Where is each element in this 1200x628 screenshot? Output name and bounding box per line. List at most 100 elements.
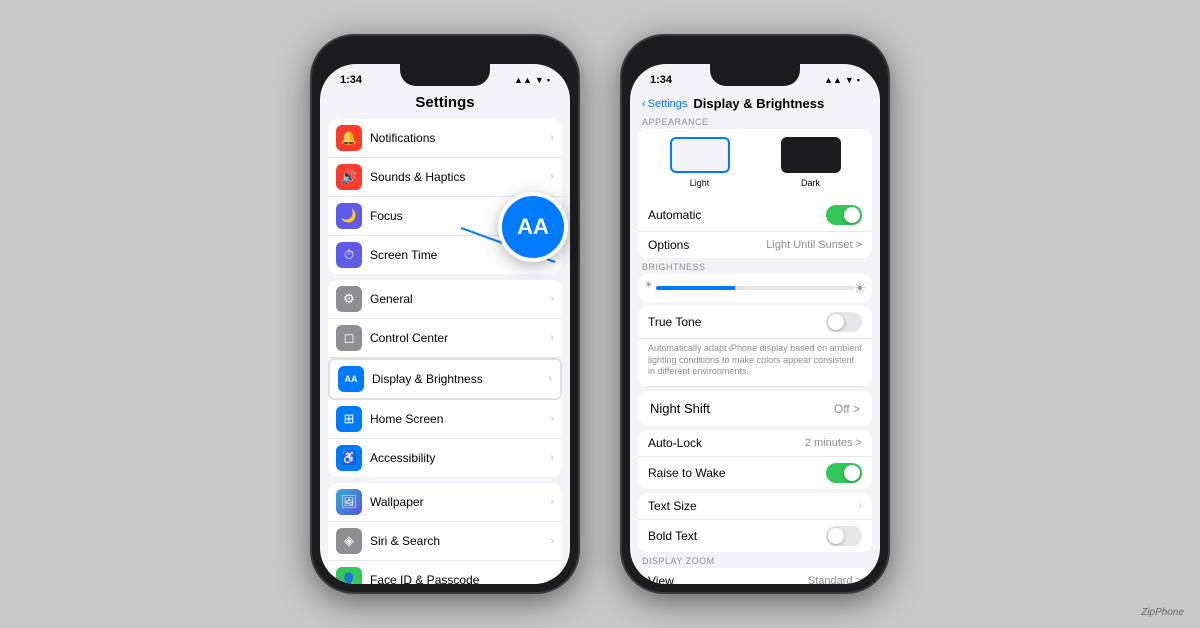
status-icons-right: ▲▲ ▼ ▪ — [824, 75, 860, 85]
night-shift-label: Night Shift — [650, 401, 710, 416]
wifi-icon-right: ▼ — [845, 75, 854, 85]
true-tone-label: True Tone — [648, 315, 701, 329]
automatic-row: Automatic — [638, 199, 872, 232]
siri-chevron: › — [550, 535, 554, 547]
signal-icon: ▲▲ — [514, 75, 532, 85]
settings-item-notifications[interactable]: 🔔 Notifications › — [328, 119, 562, 158]
control-center-label: Control Center — [370, 331, 550, 345]
raise-to-wake-toggle[interactable] — [826, 463, 862, 483]
settings-item-siri[interactable]: ◈ Siri & Search › — [328, 522, 562, 561]
home-screen-chevron: › — [550, 413, 554, 425]
night-shift-value: Off > — [834, 402, 860, 416]
control-center-icon: ◻ — [336, 325, 362, 351]
brightness-slider[interactable] — [656, 286, 854, 290]
sounds-chevron: › — [550, 171, 554, 183]
bold-text-toggle[interactable] — [826, 526, 862, 546]
bold-text-label: Bold Text — [648, 529, 697, 543]
text-size-chevron: › — [858, 500, 862, 512]
settings-item-accessibility[interactable]: ♿ Accessibility › — [328, 439, 562, 477]
autolock-section: Auto-Lock 2 minutes > Raise to Wake — [638, 430, 872, 489]
appearance-section: APPEARANCE Light Dark Aut — [638, 117, 872, 258]
view-row[interactable]: View Standard > — [638, 568, 872, 584]
display-brightness-chevron: › — [548, 373, 552, 385]
back-button[interactable]: ‹ Settings — [642, 98, 687, 110]
brightness-card — [638, 274, 872, 302]
notifications-chevron: › — [550, 132, 554, 144]
home-screen-label: Home Screen — [370, 412, 550, 426]
left-phone: 1:34 ▲▲ ▼ ▪ Settings 🔔 Notifications › — [310, 34, 580, 594]
options-row[interactable]: Options Light Until Sunset > — [638, 232, 872, 258]
light-mode-preview — [670, 137, 730, 173]
battery-icon: ▪ — [547, 75, 550, 85]
screen-time-icon: ⏱ — [336, 242, 362, 268]
right-phone-body: 1:34 ▲▲ ▼ ▪ ‹ Settings Display & Brightn… — [620, 34, 890, 594]
true-tone-section: True Tone Automatically adapt iPhone dis… — [638, 306, 872, 387]
left-phone-screen: 1:34 ▲▲ ▼ ▪ Settings 🔔 Notifications › — [320, 64, 570, 584]
brightness-section: BRIGHTNESS — [638, 262, 872, 302]
wallpaper-icon: 🖼 — [336, 489, 362, 515]
display-brightness-label: Display & Brightness — [372, 372, 548, 386]
aa-annotation-circle: AA — [498, 192, 568, 262]
general-label: General — [370, 292, 550, 306]
options-label: Options — [648, 238, 689, 252]
notch — [400, 64, 490, 86]
display-zoom-card: View Standard > — [638, 568, 872, 584]
settings-item-display-brightness[interactable]: AA Display & Brightness › — [328, 358, 562, 400]
siri-icon: ◈ — [336, 528, 362, 554]
notifications-icon: 🔔 — [336, 125, 362, 151]
settings-item-sounds[interactable]: 🔊 Sounds & Haptics › — [328, 158, 562, 197]
light-mode-option[interactable]: Light — [648, 137, 751, 191]
appearance-card: Light Dark Automatic Options Light Unti — [638, 129, 872, 258]
view-value: Standard > — [808, 575, 862, 584]
right-phone-screen: 1:34 ▲▲ ▼ ▪ ‹ Settings Display & Brightn… — [630, 64, 880, 584]
appearance-section-label: APPEARANCE — [638, 117, 872, 129]
status-icons-left: ▲▲ ▼ ▪ — [514, 75, 550, 85]
automatic-toggle[interactable] — [826, 205, 862, 225]
siri-label: Siri & Search — [370, 534, 550, 548]
wifi-icon: ▼ — [535, 75, 544, 85]
raise-to-wake-label: Raise to Wake — [648, 466, 726, 480]
text-size-label: Text Size — [648, 499, 697, 513]
true-tone-description: Automatically adapt iPhone display based… — [638, 339, 872, 387]
settings-section-2: ⚙ General › ◻ Control Center › AA Displa… — [328, 280, 562, 477]
night-shift-row[interactable]: Night Shift Off > — [638, 391, 872, 426]
settings-item-general[interactable]: ⚙ General › — [328, 280, 562, 319]
dark-mode-label: Dark — [801, 178, 820, 188]
wallpaper-chevron: › — [550, 496, 554, 508]
signal-icon-right: ▲▲ — [824, 75, 842, 85]
auto-lock-label: Auto-Lock — [648, 436, 702, 450]
face-id-label: Face ID & Passcode — [370, 573, 550, 584]
light-mode-label: Light — [690, 178, 710, 188]
brightness-section-label: BRIGHTNESS — [638, 262, 872, 274]
raise-to-wake-row: Raise to Wake — [638, 457, 872, 489]
general-icon: ⚙ — [336, 286, 362, 312]
right-notch — [710, 64, 800, 86]
night-shift-value-group: Off > — [834, 402, 860, 416]
display-brightness-nav: ‹ Settings Display & Brightness — [630, 92, 880, 117]
auto-lock-row[interactable]: Auto-Lock 2 minutes > — [638, 430, 872, 457]
true-tone-card: True Tone Automatically adapt iPhone dis… — [638, 306, 872, 387]
automatic-label: Automatic — [648, 208, 701, 222]
right-phone: 1:34 ▲▲ ▼ ▪ ‹ Settings Display & Brightn… — [620, 34, 890, 594]
dark-mode-preview — [781, 137, 841, 173]
general-chevron: › — [550, 293, 554, 305]
true-tone-toggle[interactable] — [826, 312, 862, 332]
home-screen-icon: ⊞ — [336, 406, 362, 432]
time-right: 1:34 — [650, 74, 672, 86]
settings-item-wallpaper[interactable]: 🖼 Wallpaper › — [328, 483, 562, 522]
settings-list: 🔔 Notifications › 🔊 Sounds & Haptics › 🌙… — [320, 119, 570, 584]
settings-title: Settings — [320, 92, 570, 119]
settings-section-3: 🖼 Wallpaper › ◈ Siri & Search › 👤 Face I… — [328, 483, 562, 584]
true-tone-row: True Tone — [638, 306, 872, 339]
settings-item-face-id[interactable]: 👤 Face ID & Passcode › — [328, 561, 562, 584]
text-size-row[interactable]: Text Size › — [638, 493, 872, 520]
settings-item-home-screen[interactable]: ⊞ Home Screen › — [328, 400, 562, 439]
display-zoom-section: DISPLAY ZOOM View Standard > — [638, 556, 872, 584]
battery-icon-right: ▪ — [857, 75, 860, 85]
time-left: 1:34 — [340, 74, 362, 86]
dark-mode-option[interactable]: Dark — [759, 137, 862, 191]
back-label: Settings — [648, 98, 688, 110]
auto-lock-value: 2 minutes > — [805, 437, 862, 449]
options-value: Light Until Sunset > — [766, 239, 862, 251]
settings-item-control-center[interactable]: ◻ Control Center › — [328, 319, 562, 358]
